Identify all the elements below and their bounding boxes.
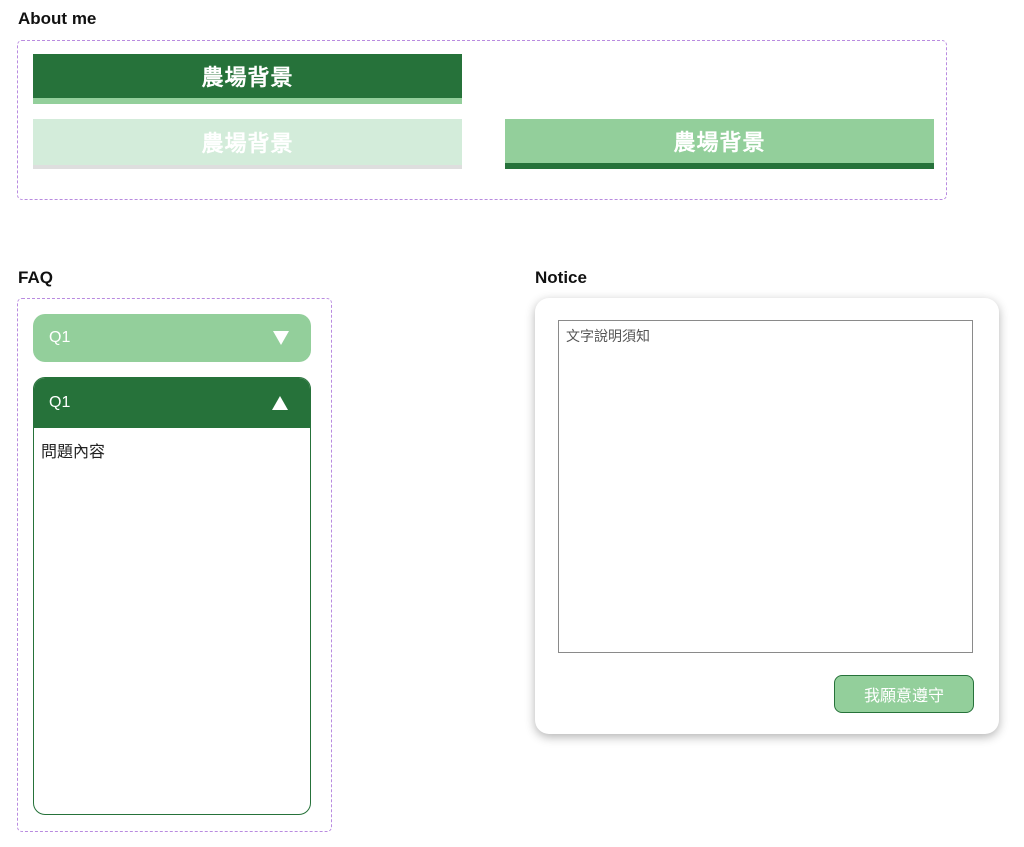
faq-question-label: Q1 [49,394,71,411]
chevron-down-icon [273,331,289,345]
notice-section-title: Notice [535,268,587,287]
tab-farm-background-disabled[interactable]: 農場背景 [33,119,462,169]
faq-question-label: Q1 [49,329,71,346]
agree-button[interactable]: 我願意遵守 [834,675,974,713]
tab-farm-background-hover[interactable]: 農場背景 [505,119,934,169]
faq-item-expanded-header[interactable]: Q1 [34,378,310,428]
tab-farm-background-active[interactable]: 農場背景 [33,54,462,104]
chevron-up-icon [272,396,288,410]
faq-item-collapsed[interactable]: Q1 [33,314,311,362]
faq-section-title: FAQ [18,268,53,287]
notice-card: 我願意遵守 [535,298,999,734]
about-section-title: About me [18,9,97,28]
faq-item-expanded: Q1 問題內容 [33,377,311,815]
faq-answer-content: 問題內容 [41,442,106,461]
notice-textarea[interactable] [558,320,973,653]
